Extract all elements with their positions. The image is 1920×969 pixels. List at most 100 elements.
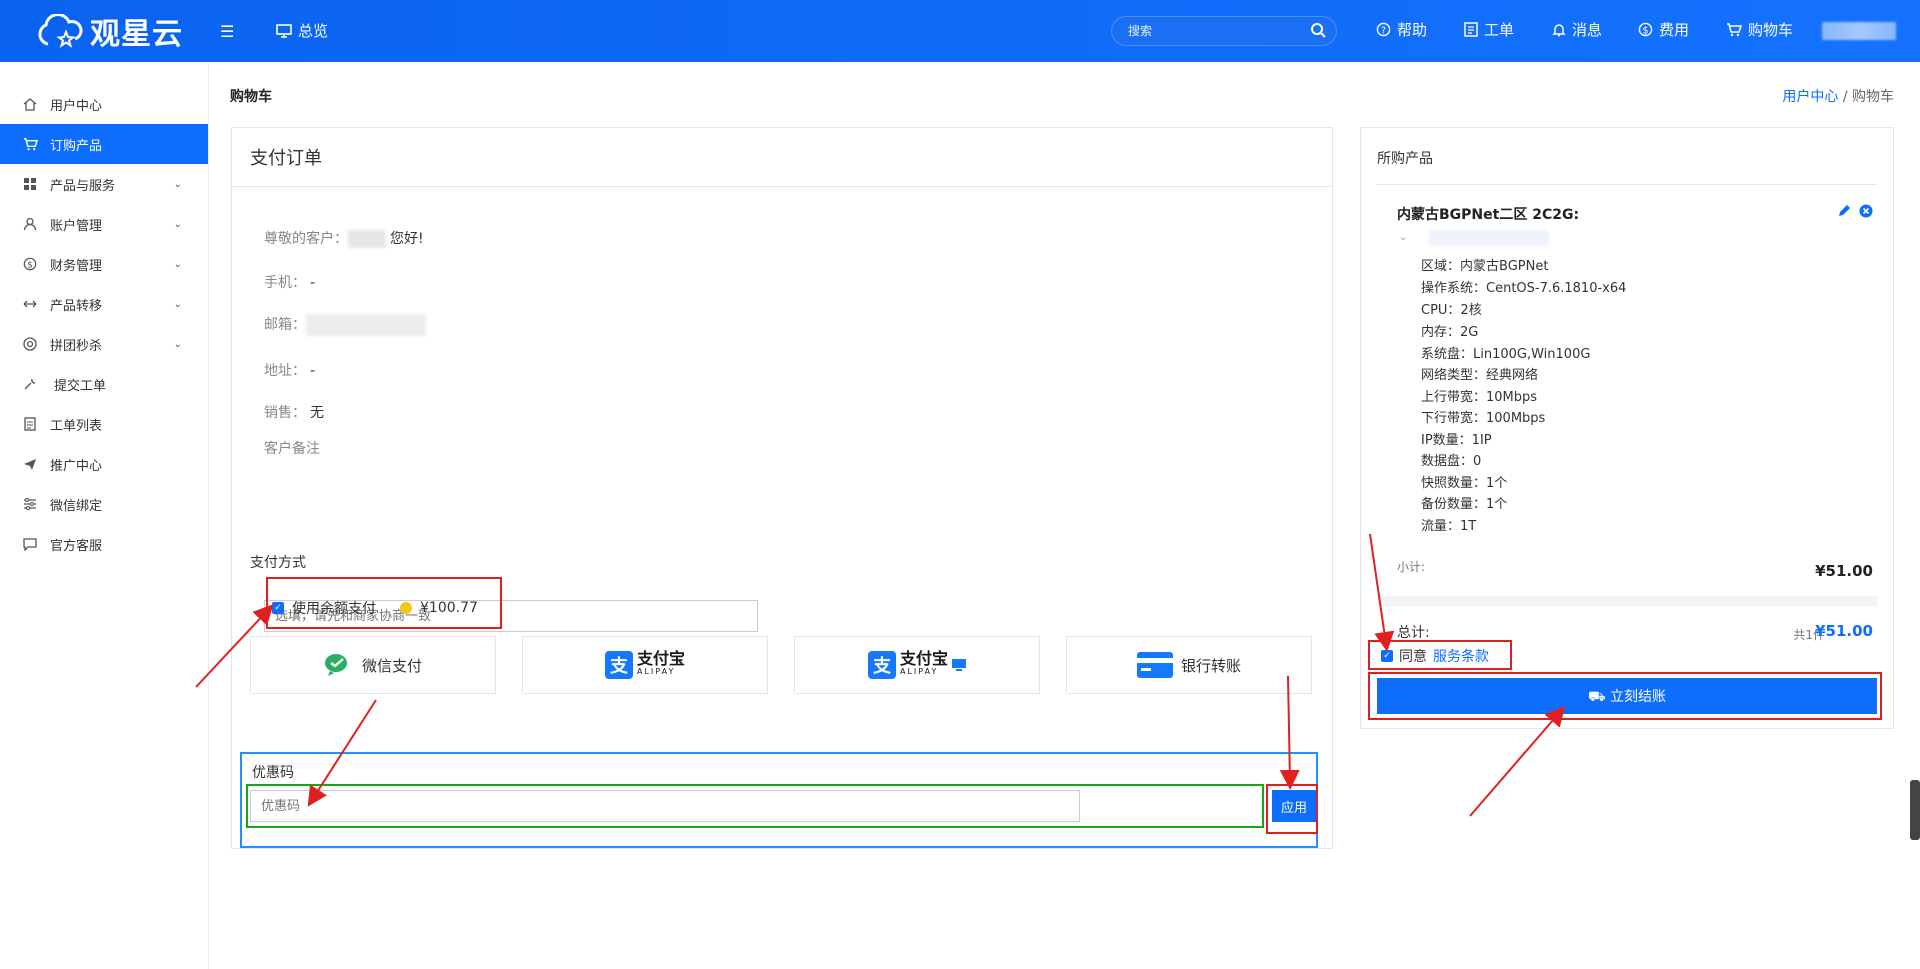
sidebar-item-label: 财务管理	[50, 258, 103, 274]
agree-prefix: 同意	[1399, 649, 1427, 665]
phone-row: 手机： -	[264, 272, 315, 292]
total-value: ¥51.00	[1815, 622, 1873, 640]
close-circle-icon[interactable]	[1859, 204, 1873, 218]
terms-link[interactable]: 服务条款	[1433, 646, 1489, 666]
spec-item: 操作系统：CentOS-7.6.1810-x64	[1421, 281, 1627, 296]
sidebar-item-order-products[interactable]: 订购产品	[0, 124, 208, 164]
cart-summary-card: 所购产品 内蒙古BGPNet二区 2C2G: ⌄ 区域：内蒙古BGPNet 操作…	[1360, 127, 1894, 729]
scroll-handle[interactable]	[1910, 780, 1920, 840]
nav-fees[interactable]: $ 费用	[1638, 19, 1689, 40]
checkout-button[interactable]: ⛟ 立刻结账	[1377, 678, 1877, 714]
nav-fees-label: 费用	[1659, 21, 1690, 39]
spec-item: IP数量：1IP	[1421, 433, 1492, 448]
svg-text:$: $	[1643, 25, 1649, 36]
sidebar-item-promotion[interactable]: 推广中心	[0, 444, 208, 484]
payment-order-header: 支付订单	[232, 128, 1332, 187]
divider	[1377, 184, 1877, 185]
pay-method-label: 支付方式	[250, 555, 306, 571]
email-value-blurred	[306, 314, 426, 336]
transfer-icon	[22, 296, 38, 312]
pay-method-alipay[interactable]: 支 支付宝 ALIPAY	[522, 636, 768, 694]
spec-item: 网络类型：经典网络	[1421, 368, 1539, 383]
subtotal-value: ¥51.00	[1815, 562, 1873, 580]
page-title: 购物车	[230, 89, 272, 105]
search-icon[interactable]	[1310, 22, 1326, 38]
user-avatar-blurred[interactable]	[1822, 22, 1896, 40]
send-icon	[22, 456, 38, 472]
remark-label: 客户备注	[264, 441, 320, 457]
checkout-label: 立刻结账	[1610, 688, 1667, 705]
email-label: 邮箱：	[264, 317, 306, 333]
sales-label: 销售：	[264, 405, 306, 421]
nav-message[interactable]: 消息	[1552, 19, 1602, 40]
brand-logo[interactable]: 观星云	[36, 10, 183, 52]
alipay-icon: 支	[867, 651, 896, 679]
wrench-icon	[22, 376, 38, 392]
pay-method-label: 银行转账	[1180, 656, 1241, 675]
sidebar-item-label: 订购产品	[50, 138, 103, 154]
apply-coupon-button[interactable]: 应用	[1272, 790, 1316, 822]
balance-pay-option[interactable]: ✓ 使用余额支付 ¥100.77	[272, 598, 478, 618]
balance-value: ¥100.77	[420, 600, 478, 616]
alipay-name: 支付宝	[636, 649, 685, 668]
sidebar-item-wechat-bind[interactable]: 微信绑定	[0, 484, 208, 524]
total-label: 总计:	[1397, 625, 1430, 641]
brand-name: 观星云	[90, 17, 183, 52]
sales-value: 无	[310, 405, 324, 421]
sidebar-item-transfer[interactable]: 产品转移 ⌄	[0, 284, 208, 324]
chevron-down-icon: ⌄	[173, 178, 182, 190]
help-icon: ?	[1376, 22, 1391, 37]
search-input[interactable]	[1126, 23, 1300, 39]
bell-icon	[1552, 24, 1566, 37]
sidebar-item-label: 账户管理	[50, 218, 103, 234]
spec-item: 流量：1T	[1421, 519, 1477, 534]
top-navbar: 观星云 ☰ 总览 ? 帮助 工单 消息 $ 费用 购物车	[0, 0, 1920, 62]
spec-item: 下行带宽：100Mbps	[1421, 411, 1546, 426]
sidebar-item-account[interactable]: 账户管理 ⌄	[0, 204, 208, 244]
nav-help[interactable]: ? 帮助	[1376, 19, 1427, 40]
coupon-input[interactable]	[250, 790, 1080, 822]
customer-name-blurred	[348, 230, 386, 248]
breadcrumb-home-link[interactable]: 用户中心	[1782, 89, 1838, 105]
sidebar-item-label: 拼团秒杀	[50, 338, 103, 354]
product-name-blurred	[1429, 230, 1549, 246]
group-icon	[22, 336, 38, 352]
sidebar-item-finance[interactable]: $ 财务管理 ⌄	[0, 244, 208, 284]
spec-item: 系统盘：Lin100G,Win100G	[1421, 347, 1591, 362]
divider-strip	[1377, 596, 1877, 606]
nav-cart[interactable]: 购物车	[1726, 19, 1793, 40]
sidebar-item-support[interactable]: 官方客服	[0, 524, 208, 564]
edit-icon[interactable]	[1837, 204, 1851, 218]
sidebar-item-label: 工单列表	[50, 418, 103, 434]
sidebar-item-submit-ticket[interactable]: 提交工单	[0, 364, 208, 404]
balance-checkbox[interactable]: ✓	[272, 602, 284, 614]
menu-toggle-icon[interactable]: ☰	[220, 22, 234, 41]
pay-method-wechat[interactable]: 微信支付	[250, 636, 496, 694]
truck-icon: ⛟	[1587, 688, 1606, 705]
alipay-icon: 支	[604, 651, 633, 679]
phone-label: 手机：	[264, 275, 306, 291]
sidebar-item-ticket-list[interactable]: 工单列表	[0, 404, 208, 444]
sidebar-item-label: 微信绑定	[50, 498, 103, 514]
sidebar-item-label: 用户中心	[50, 98, 103, 114]
chevron-down-icon[interactable]: ⌄	[1399, 232, 1407, 243]
spec-item: 快照数量：1个	[1421, 476, 1508, 491]
sidebar-item-user-center[interactable]: 用户中心	[0, 84, 208, 124]
svg-text:?: ?	[1381, 25, 1386, 36]
nav-home[interactable]: 总览	[276, 20, 328, 41]
nav-cart-label: 购物车	[1748, 21, 1794, 39]
pay-method-bank[interactable]: 银行转账	[1066, 636, 1312, 694]
pay-method-alipay-pc[interactable]: 支 支付宝 ALIPAY	[794, 636, 1040, 694]
summary-header: 所购产品	[1377, 151, 1433, 167]
sidebar-item-products-services[interactable]: 产品与服务 ⌄	[0, 164, 208, 204]
subtotal-label: 小计:	[1397, 560, 1426, 574]
alipay-logo: 支 支付宝 ALIPAY	[604, 649, 685, 679]
spec-item: 内存：2G	[1421, 325, 1479, 340]
nav-ticket[interactable]: 工单	[1464, 19, 1514, 40]
sidebar-item-group-flash[interactable]: 拼团秒杀 ⌄	[0, 324, 208, 364]
home-icon	[22, 96, 38, 112]
payment-order-card: 支付订单 尊敬的客户：您好! 手机：- 邮箱： 地址：- 销售：无 客户备注 支…	[231, 127, 1333, 849]
search-box[interactable]	[1111, 16, 1337, 46]
agree-checkbox[interactable]: ✓	[1381, 650, 1393, 662]
greeting-suffix: 您好!	[390, 231, 424, 247]
